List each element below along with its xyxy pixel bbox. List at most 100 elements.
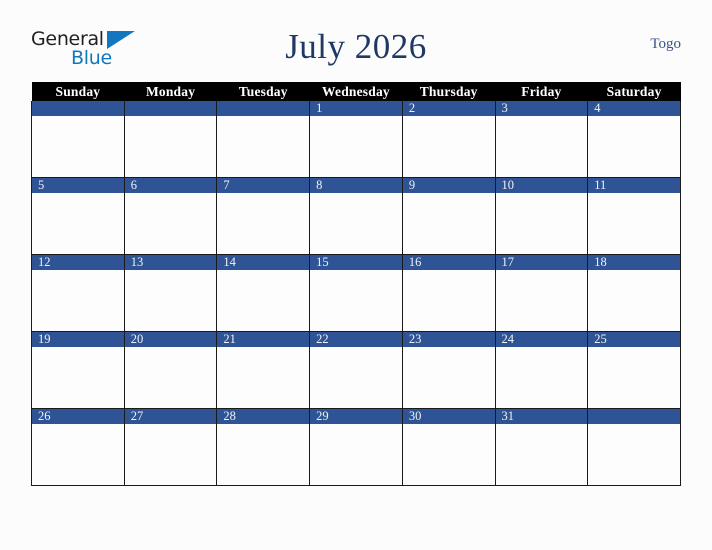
weekday-header-tuesday: Tuesday (216, 82, 310, 101)
day-cell[interactable]: 25 (587, 331, 681, 409)
day-number: 25 (588, 332, 680, 347)
day-cell[interactable]: 23 (401, 331, 496, 409)
day-cell[interactable]: 4 (587, 101, 681, 178)
day-cell[interactable]: 29 (309, 408, 403, 486)
day-note-area[interactable] (310, 347, 402, 407)
day-cell[interactable] (216, 101, 311, 178)
day-number: 1 (310, 101, 402, 116)
day-number: 10 (495, 178, 588, 193)
weekday-header-wednesday: Wednesday (309, 82, 403, 101)
day-note-area[interactable] (588, 116, 680, 176)
day-cell[interactable]: 31 (494, 408, 589, 486)
day-number: 22 (310, 332, 402, 347)
day-cell[interactable]: 12 (31, 254, 125, 332)
day-number: 30 (402, 409, 495, 424)
day-number: 15 (310, 255, 402, 270)
day-note-area[interactable] (402, 116, 495, 176)
day-cell[interactable] (587, 408, 681, 486)
day-cell[interactable]: 19 (31, 331, 125, 409)
week-row: 26 27 28 29 30 31 (31, 408, 681, 486)
calendar-page: General Blue July 2026 Togo Sunday Monda… (0, 0, 712, 550)
day-number (32, 101, 124, 116)
weekday-header-thursday: Thursday (402, 82, 496, 101)
day-cell[interactable] (31, 101, 125, 178)
day-note-area[interactable] (495, 347, 588, 407)
day-cell[interactable]: 3 (494, 101, 589, 178)
day-cell[interactable]: 28 (216, 408, 311, 486)
day-cell[interactable]: 18 (587, 254, 681, 332)
day-cell[interactable]: 5 (31, 177, 125, 255)
day-note-area[interactable] (495, 424, 588, 484)
day-note-area[interactable] (217, 193, 310, 253)
day-note-area[interactable] (310, 270, 402, 330)
day-note-area[interactable] (588, 347, 680, 407)
day-cell[interactable] (123, 101, 218, 178)
day-note-area[interactable] (32, 116, 124, 176)
weekday-header-saturday: Saturday (587, 82, 681, 101)
day-number: 19 (32, 332, 124, 347)
day-note-area[interactable] (217, 424, 310, 484)
day-number (217, 101, 310, 116)
day-note-area[interactable] (588, 424, 680, 484)
day-note-area[interactable] (310, 193, 402, 253)
day-note-area[interactable] (495, 116, 588, 176)
day-cell[interactable]: 17 (494, 254, 589, 332)
day-note-area[interactable] (310, 116, 402, 176)
day-note-area[interactable] (402, 424, 495, 484)
day-note-area[interactable] (124, 424, 217, 484)
day-cell[interactable]: 21 (216, 331, 311, 409)
week-row: 19 20 21 22 23 24 25 (31, 331, 681, 409)
day-cell[interactable]: 27 (123, 408, 218, 486)
day-cell[interactable]: 22 (309, 331, 403, 409)
day-number: 18 (588, 255, 680, 270)
day-note-area[interactable] (217, 116, 310, 176)
day-cell[interactable]: 7 (216, 177, 311, 255)
day-cell[interactable]: 24 (494, 331, 589, 409)
day-number: 29 (310, 409, 402, 424)
day-note-area[interactable] (402, 193, 495, 253)
day-note-area[interactable] (32, 193, 124, 253)
day-note-area[interactable] (32, 270, 124, 330)
day-cell[interactable]: 13 (123, 254, 218, 332)
week-row: 12 13 14 15 16 17 18 (31, 254, 681, 332)
day-cell[interactable]: 15 (309, 254, 403, 332)
day-note-area[interactable] (217, 347, 310, 407)
day-cell[interactable]: 1 (309, 101, 403, 178)
day-number: 4 (588, 101, 680, 116)
day-number (124, 101, 217, 116)
day-note-area[interactable] (402, 347, 495, 407)
day-note-area[interactable] (124, 270, 217, 330)
day-note-area[interactable] (310, 424, 402, 484)
day-number: 21 (217, 332, 310, 347)
day-note-area[interactable] (124, 193, 217, 253)
day-note-area[interactable] (588, 193, 680, 253)
day-note-area[interactable] (402, 270, 495, 330)
day-cell[interactable]: 20 (123, 331, 218, 409)
day-cell[interactable]: 30 (401, 408, 496, 486)
day-note-area[interactable] (32, 424, 124, 484)
day-note-area[interactable] (124, 116, 217, 176)
day-cell[interactable]: 8 (309, 177, 403, 255)
day-number (588, 409, 680, 424)
day-note-area[interactable] (588, 270, 680, 330)
day-cell[interactable]: 11 (587, 177, 681, 255)
day-number: 11 (588, 178, 680, 193)
day-note-area[interactable] (495, 193, 588, 253)
day-cell[interactable]: 2 (401, 101, 496, 178)
day-cell[interactable]: 26 (31, 408, 125, 486)
day-number: 8 (310, 178, 402, 193)
page-title: July 2026 (285, 27, 427, 66)
day-number: 7 (217, 178, 310, 193)
day-cell[interactable]: 6 (123, 177, 218, 255)
calendar-grid: Sunday Monday Tuesday Wednesday Thursday… (31, 82, 681, 486)
day-number: 27 (124, 409, 217, 424)
day-note-area[interactable] (495, 270, 588, 330)
day-cell[interactable]: 16 (401, 254, 496, 332)
day-cell[interactable]: 14 (216, 254, 311, 332)
day-cell[interactable]: 10 (494, 177, 589, 255)
day-note-area[interactable] (124, 347, 217, 407)
day-note-area[interactable] (217, 270, 310, 330)
day-number: 31 (495, 409, 588, 424)
day-note-area[interactable] (32, 347, 124, 407)
day-cell[interactable]: 9 (401, 177, 496, 255)
